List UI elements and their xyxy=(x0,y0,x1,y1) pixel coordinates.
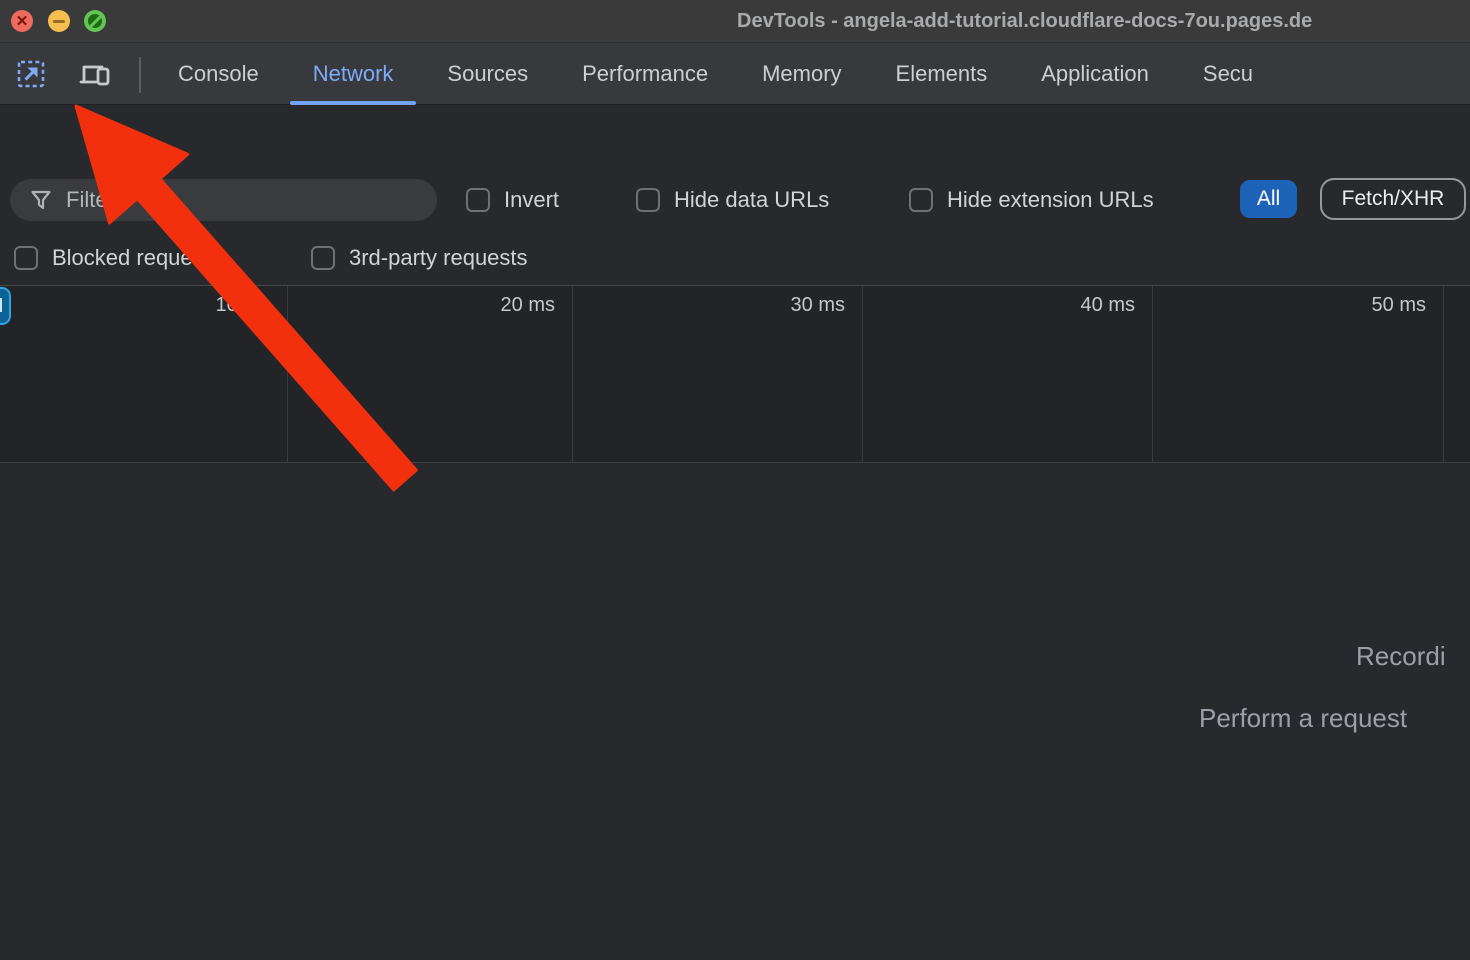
hide-data-urls-checkbox[interactable]: Hide data URLs xyxy=(636,187,829,213)
timeline-tick-label: 10 ms xyxy=(167,294,270,317)
panel-tabs: Console Network Sources Performance Memo… xyxy=(151,43,1280,105)
timeline-tick-label: 50 ms xyxy=(1323,294,1426,317)
blocked-requests-checkbox[interactable]: Blocked requests xyxy=(14,245,221,271)
funnel-outline-icon xyxy=(30,189,52,211)
checkbox-icon xyxy=(311,246,335,270)
network-filter-bar: Invert Hide data URLs Hide extension URL… xyxy=(0,170,1470,230)
checkbox-icon xyxy=(909,188,933,212)
empty-state-hint-text: Perform a request xyxy=(1199,703,1407,734)
devtools-tabbar: Console Network Sources Performance Memo… xyxy=(0,43,1470,105)
window-title: DevTools - angela-add-tutorial.cloudflar… xyxy=(737,0,1312,43)
filter-input-container[interactable] xyxy=(10,179,437,221)
tab-elements[interactable]: Elements xyxy=(869,43,1015,105)
tab-memory[interactable]: Memory xyxy=(735,43,868,105)
timeline-gridline xyxy=(862,286,863,463)
zoom-disabled-icon xyxy=(88,14,102,28)
window-close-button[interactable]: ✕ xyxy=(11,10,33,32)
tab-network[interactable]: Network xyxy=(286,43,421,105)
timeline-selection-grip[interactable] xyxy=(0,287,11,325)
timeline-gridline xyxy=(1152,286,1153,463)
network-toolbar: Preserve log Disable cache No throttling… xyxy=(0,105,1470,170)
tab-performance[interactable]: Performance xyxy=(555,43,735,105)
tab-application[interactable]: Application xyxy=(1014,43,1176,105)
inspect-element-button[interactable] xyxy=(14,58,48,90)
hide-extension-urls-checkbox[interactable]: Hide extension URLs xyxy=(909,187,1154,213)
inspect-cursor-icon xyxy=(16,59,46,89)
timeline-tick-label: 40 ms xyxy=(1032,294,1135,317)
request-type-fetch-xhr-button[interactable]: Fetch/XHR xyxy=(1320,178,1466,220)
third-party-requests-checkbox[interactable]: 3rd-party requests xyxy=(311,245,528,271)
blocked-requests-label: Blocked requests xyxy=(52,245,221,271)
tab-security[interactable]: Secu xyxy=(1176,43,1280,105)
more-filters-row: Blocked requests 3rd-party requests xyxy=(0,230,1470,285)
checkbox-icon xyxy=(466,188,490,212)
timeline-tick-label: 20 ms xyxy=(452,294,555,317)
timeline-gridline xyxy=(287,286,288,463)
hide-data-urls-label: Hide data URLs xyxy=(674,187,829,213)
devtools-window: ✕ DevTools - angela-add-tutorial.cloudfl… xyxy=(0,0,1470,960)
invert-label: Invert xyxy=(504,187,559,213)
timeline-gridline xyxy=(1443,286,1444,463)
hide-extension-urls-label: Hide extension URLs xyxy=(947,187,1154,213)
window-zoom-button[interactable] xyxy=(84,10,106,32)
request-type-all-button[interactable]: All xyxy=(1240,180,1297,218)
device-toolbar-icon xyxy=(78,59,112,89)
network-overview-timeline[interactable]: 10 ms 20 ms 30 ms 40 ms 50 ms xyxy=(0,285,1470,463)
tab-console[interactable]: Console xyxy=(151,43,286,105)
close-icon: ✕ xyxy=(16,14,29,29)
tabbar-divider xyxy=(139,57,141,93)
checkbox-icon xyxy=(14,246,38,270)
invert-checkbox[interactable]: Invert xyxy=(466,187,559,213)
third-party-requests-label: 3rd-party requests xyxy=(349,245,528,271)
titlebar: ✕ DevTools - angela-add-tutorial.cloudfl… xyxy=(0,0,1470,43)
filter-input[interactable] xyxy=(66,187,419,213)
checkbox-icon xyxy=(636,188,660,212)
window-minimize-button[interactable] xyxy=(48,10,70,32)
timeline-gridline xyxy=(572,286,573,463)
minimize-icon xyxy=(53,20,65,23)
recording-status-text: Recordi xyxy=(1356,641,1446,672)
timeline-tick-label: 30 ms xyxy=(742,294,845,317)
device-toolbar-button[interactable] xyxy=(78,58,112,90)
tab-sources[interactable]: Sources xyxy=(420,43,555,105)
